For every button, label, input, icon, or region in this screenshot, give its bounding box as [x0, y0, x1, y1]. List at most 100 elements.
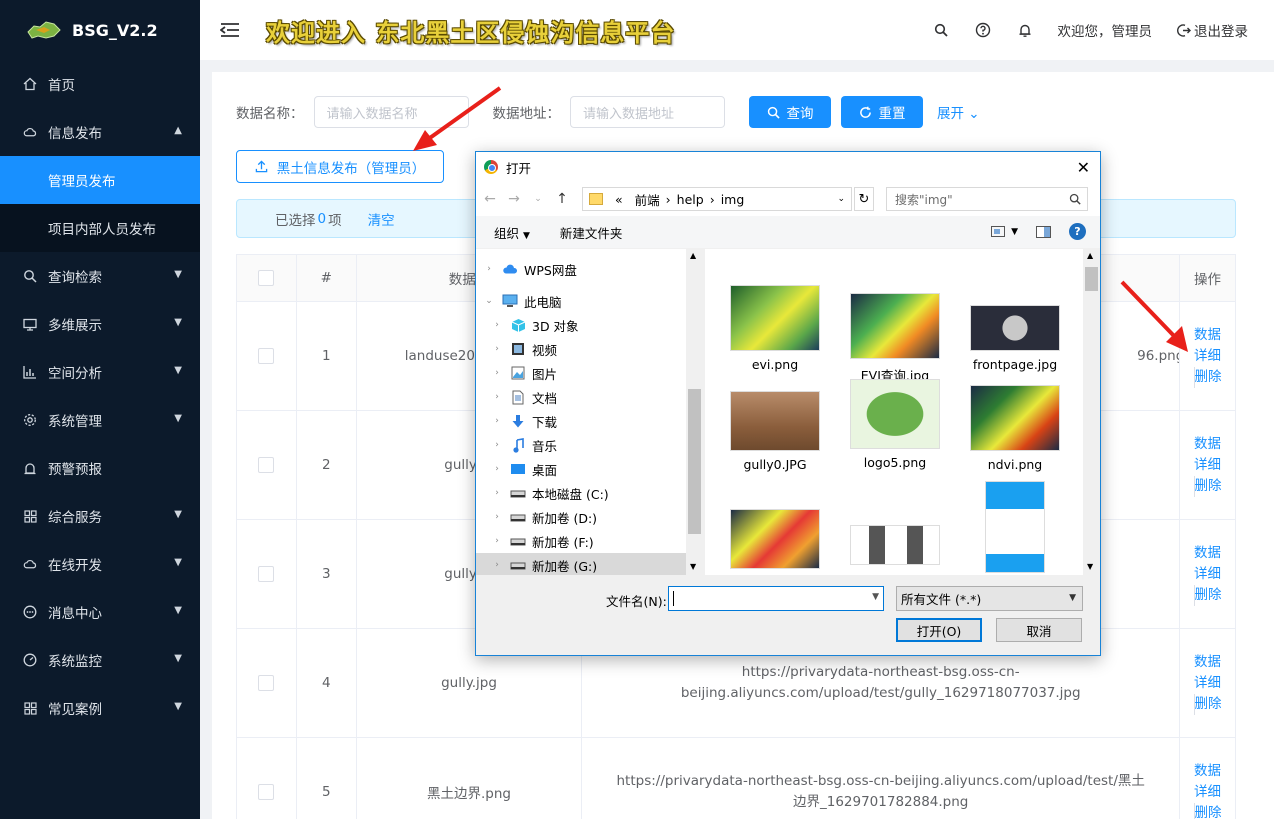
- file-item[interactable]: [965, 481, 1065, 575]
- tree-item[interactable]: › 下载: [476, 409, 703, 433]
- search-icon[interactable]: [932, 21, 950, 39]
- scroll-up-icon[interactable]: ▲: [1087, 251, 1093, 260]
- file-item[interactable]: frontpage.jpg: [965, 305, 1065, 372]
- back-icon[interactable]: ←: [480, 191, 500, 207]
- view-detail-link[interactable]: 数据详细: [1194, 434, 1222, 476]
- sidebar-item-service[interactable]: 综合服务 ▼: [0, 492, 200, 540]
- upload-button[interactable]: 黑土信息发布（管理员）: [236, 150, 444, 183]
- file-item[interactable]: gully0.JPG: [725, 391, 825, 472]
- tree-item[interactable]: › 桌面: [476, 457, 703, 481]
- file-item[interactable]: logo5.png: [845, 379, 945, 470]
- name-input[interactable]: 请输入数据名称: [313, 96, 469, 128]
- addr-input[interactable]: 请输入数据地址: [570, 96, 725, 128]
- sidebar-subitem-admin-publish[interactable]: 管理员发布: [0, 156, 200, 204]
- tree-item[interactable]: › 图片: [476, 361, 703, 385]
- sidebar-item-query[interactable]: 查询检索 ▼: [0, 252, 200, 300]
- file-item[interactable]: EVI查询.jpg: [845, 293, 945, 384]
- tree-item[interactable]: › 新加卷 (D:): [476, 505, 703, 529]
- chevron-down-icon[interactable]: ▼: [872, 592, 879, 602]
- bell-icon[interactable]: [1016, 21, 1034, 39]
- chevron-right-icon[interactable]: ›: [484, 264, 494, 274]
- organize-menu[interactable]: 组织 ▼: [494, 223, 530, 242]
- sidebar-item-message[interactable]: 消息中心 ▼: [0, 588, 200, 636]
- sidebar-item-cases[interactable]: 常见案例 ▼: [0, 684, 200, 732]
- recent-dropdown-icon[interactable]: ⌄: [528, 194, 548, 204]
- row-checkbox[interactable]: [258, 348, 275, 364]
- files-scrollbar[interactable]: ▲ ▼: [1083, 249, 1100, 575]
- new-folder-button[interactable]: 新建文件夹: [560, 223, 623, 242]
- tree-scrollbar[interactable]: ▲ ▼: [686, 249, 703, 575]
- reset-button[interactable]: 重置: [841, 96, 923, 128]
- row-checkbox[interactable]: [258, 566, 275, 582]
- preview-pane-icon[interactable]: [1036, 225, 1051, 238]
- chevron-right-icon[interactable]: ›: [492, 392, 502, 402]
- chevron-right-icon[interactable]: ›: [492, 344, 502, 354]
- close-icon[interactable]: ✕: [1077, 158, 1090, 177]
- scroll-down-icon[interactable]: ▼: [1087, 562, 1093, 571]
- delete-link[interactable]: 删除: [1193, 584, 1222, 606]
- chevron-right-icon[interactable]: ›: [492, 560, 502, 570]
- file-type-select[interactable]: 所有文件 (*.*) ▼: [896, 586, 1083, 611]
- chevron-right-icon[interactable]: ›: [492, 416, 502, 426]
- scroll-down-icon[interactable]: ▼: [690, 562, 696, 571]
- help-icon[interactable]: [974, 21, 992, 39]
- tree-item[interactable]: ⌄ 此电脑: [476, 289, 703, 313]
- tree-item[interactable]: › 新加卷 (F:): [476, 529, 703, 553]
- view-detail-link[interactable]: 数据详细: [1194, 543, 1222, 585]
- row-checkbox[interactable]: [258, 784, 275, 800]
- logout-button[interactable]: 退出登录: [1176, 20, 1248, 40]
- tree-item[interactable]: › 文档: [476, 385, 703, 409]
- sidebar-subitem-member-publish[interactable]: 项目内部人员发布: [0, 204, 200, 252]
- sidebar-item-publish[interactable]: 信息发布 ▲: [0, 108, 200, 156]
- breadcrumb-more[interactable]: «: [615, 192, 623, 207]
- filename-input[interactable]: ▼: [668, 586, 884, 611]
- chevron-right-icon[interactable]: ›: [492, 368, 502, 378]
- sidebar-item-home[interactable]: 首页: [0, 60, 200, 108]
- chevron-right-icon[interactable]: ›: [492, 536, 502, 546]
- row-checkbox[interactable]: [258, 457, 275, 473]
- tree-item[interactable]: › 3D 对象: [476, 313, 703, 337]
- file-item[interactable]: [725, 509, 825, 575]
- address-bar[interactable]: « 前端 › help › img ⌄: [582, 187, 852, 211]
- select-all-checkbox[interactable]: [258, 270, 275, 286]
- open-button[interactable]: 打开(O): [896, 618, 982, 642]
- delete-link[interactable]: 删除: [1193, 802, 1222, 819]
- scroll-up-icon[interactable]: ▲: [690, 251, 696, 260]
- expand-link[interactable]: 展开 ⌄: [937, 102, 980, 122]
- sidebar-item-display[interactable]: 多维展示 ▼: [0, 300, 200, 348]
- view-mode-icon[interactable]: [991, 226, 1006, 237]
- view-detail-link[interactable]: 数据详细: [1194, 761, 1222, 803]
- tree-scroll-thumb[interactable]: [688, 389, 701, 534]
- delete-link[interactable]: 删除: [1193, 366, 1222, 388]
- chevron-right-icon[interactable]: ›: [492, 440, 502, 450]
- dialog-search-input[interactable]: 搜索"img": [886, 187, 1088, 211]
- breadcrumb-item[interactable]: 前端: [635, 190, 660, 209]
- tree-item[interactable]: › 本地磁盘 (C:): [476, 481, 703, 505]
- query-button[interactable]: 查询: [749, 96, 831, 128]
- help-icon[interactable]: ?: [1069, 223, 1086, 240]
- chevron-right-icon[interactable]: ›: [492, 320, 502, 330]
- breadcrumb-item[interactable]: help: [677, 192, 704, 207]
- address-dropdown-icon[interactable]: ⌄: [837, 194, 845, 204]
- file-item[interactable]: evi.png: [725, 285, 825, 372]
- chevron-down-icon[interactable]: ▼: [1011, 227, 1018, 237]
- brand[interactable]: BSG_V2.2: [0, 0, 200, 60]
- delete-link[interactable]: 删除: [1193, 475, 1222, 497]
- row-checkbox[interactable]: [258, 675, 275, 691]
- sidebar-item-system[interactable]: 系统管理 ▼: [0, 396, 200, 444]
- files-scroll-thumb[interactable]: [1085, 267, 1098, 291]
- view-detail-link[interactable]: 数据详细: [1194, 325, 1222, 367]
- up-icon[interactable]: ↑: [552, 191, 572, 207]
- tree-item[interactable]: › 音乐: [476, 433, 703, 457]
- sidebar-item-warning[interactable]: 预警预报: [0, 444, 200, 492]
- sidebar-item-monitor[interactable]: 系统监控 ▼: [0, 636, 200, 684]
- breadcrumb-item[interactable]: img: [721, 192, 745, 207]
- file-item[interactable]: ndvi.png: [965, 385, 1065, 472]
- forward-icon[interactable]: →: [504, 191, 524, 207]
- tree-item[interactable]: › WPS网盘: [476, 257, 703, 281]
- clear-link[interactable]: 清空: [368, 209, 395, 229]
- chevron-right-icon[interactable]: ›: [492, 464, 502, 474]
- cancel-button[interactable]: 取消: [996, 618, 1082, 642]
- chevron-right-icon[interactable]: ›: [492, 512, 502, 522]
- tree-item[interactable]: › 视频: [476, 337, 703, 361]
